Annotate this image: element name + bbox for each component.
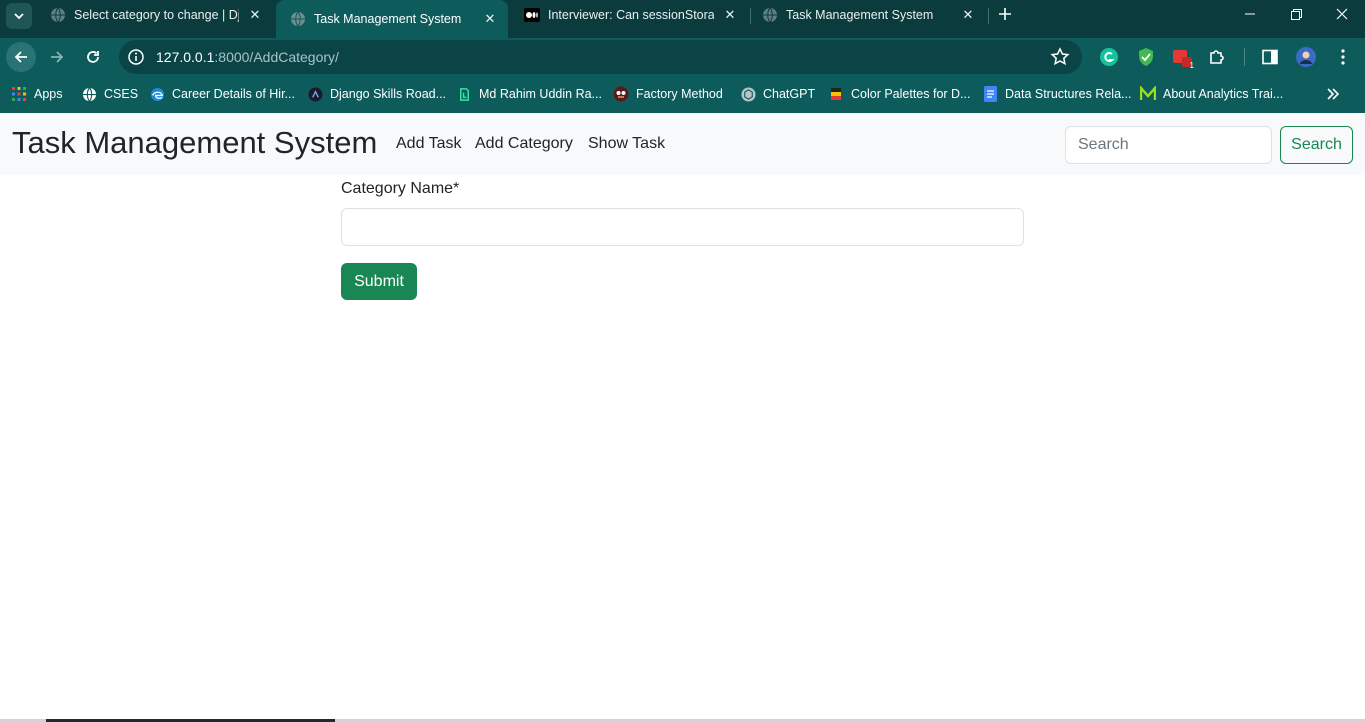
bookmark-chatgpt[interactable]: ChatGPT xyxy=(740,84,815,104)
globe-icon xyxy=(290,11,306,27)
site-navbar: Task Management System Add Task Add Cate… xyxy=(0,113,1365,175)
tab-title: Task Management System xyxy=(314,12,462,26)
nav-add-task[interactable]: Add Task xyxy=(396,135,462,153)
restore-icon xyxy=(1290,8,1302,20)
shield-icon xyxy=(1139,48,1153,66)
bookmark-apps[interactable]: Apps xyxy=(11,84,63,104)
roadmap-icon xyxy=(307,86,323,102)
bookmark-label: Color Palettes for D... xyxy=(851,87,971,101)
bookmark-md-rahim[interactable]: Md Rahim Uddin Ra... xyxy=(456,84,602,104)
extensions-button[interactable] xyxy=(1206,46,1228,68)
tab-interviewer[interactable]: Interviewer: Can sessionStorage share da… xyxy=(510,0,748,30)
new-tab-button[interactable] xyxy=(994,3,1016,25)
nav-show-task[interactable]: Show Task xyxy=(588,135,665,153)
reload-button[interactable] xyxy=(78,42,108,72)
menu-button[interactable] xyxy=(1332,46,1354,68)
bookmarks-bar: Apps CSES Career Details of Hir... Djang… xyxy=(0,76,1365,113)
close-icon[interactable]: ✕ xyxy=(958,5,978,25)
restore-button[interactable] xyxy=(1273,0,1319,28)
arrow-left-icon xyxy=(14,51,27,63)
extension-badge: 1 xyxy=(1189,61,1194,70)
address-bar[interactable]: 127.0.0.1:8000/AddCategory/ xyxy=(119,40,1082,74)
bookmark-label: ChatGPT xyxy=(763,87,816,101)
side-panel-icon xyxy=(1262,49,1278,65)
tab-strip: Select category to change | Django site … xyxy=(0,0,1365,38)
site-info-icon[interactable] xyxy=(127,48,145,66)
grammarly-extension[interactable] xyxy=(1098,46,1120,68)
browser-toolbar: 127.0.0.1:8000/AddCategory/ 1 xyxy=(0,38,1365,76)
bookmark-label: Md Rahim Uddin Ra... xyxy=(479,87,602,101)
bookmark-career-details[interactable]: Career Details of Hir... xyxy=(149,84,295,104)
tab-title: Select category to change | Django site … xyxy=(74,8,239,22)
close-window-button[interactable] xyxy=(1319,0,1365,28)
submit-button[interactable]: Submit xyxy=(341,263,417,300)
docs-icon xyxy=(982,86,998,102)
edge-icon xyxy=(149,86,165,102)
refactoring-guru-icon xyxy=(613,86,629,102)
minimize-button[interactable] xyxy=(1227,0,1273,28)
tab-title: Task Management System xyxy=(786,8,934,22)
globe-icon xyxy=(762,7,778,23)
close-icon[interactable]: ✕ xyxy=(720,5,740,25)
search-input[interactable] xyxy=(1065,126,1272,164)
close-icon[interactable]: ✕ xyxy=(245,5,265,25)
search-button[interactable]: Search xyxy=(1280,126,1353,164)
chevron-down-icon xyxy=(14,13,24,20)
url-text[interactable]: 127.0.0.1:8000/AddCategory/ xyxy=(156,49,339,65)
bookmark-data-structures[interactable]: Data Structures Rela... xyxy=(982,84,1131,104)
apps-grid-icon xyxy=(11,86,27,102)
chatgpt-icon xyxy=(740,86,756,102)
bookmark-label: About Analytics Trai... xyxy=(1163,87,1284,101)
category-name-input[interactable] xyxy=(341,208,1024,246)
bookmark-label: Factory Method xyxy=(636,87,723,101)
toolbar-divider xyxy=(1244,48,1245,66)
palette-icon xyxy=(828,86,844,102)
close-icon[interactable]: ✕ xyxy=(480,9,500,29)
site-brand[interactable]: Task Management System xyxy=(12,125,377,161)
bookmark-django-skills[interactable]: Django Skills Road... xyxy=(307,84,446,104)
bookmark-label: Career Details of Hir... xyxy=(172,87,295,101)
tab-task-management-active[interactable]: Task Management System ✕ xyxy=(276,0,508,38)
avatar-icon xyxy=(1296,47,1316,67)
side-panel-button[interactable] xyxy=(1259,46,1281,68)
globe-icon xyxy=(81,86,97,102)
puzzle-icon xyxy=(1210,50,1224,64)
tab-separator xyxy=(988,8,989,24)
more-vertical-icon xyxy=(1341,49,1345,65)
bookmark-label: Data Structures Rela... xyxy=(1005,87,1132,101)
category-name-label: Category Name* xyxy=(341,180,460,197)
nav-add-category[interactable]: Add Category xyxy=(475,135,573,153)
leetcode-icon xyxy=(456,86,472,102)
arrow-right-icon xyxy=(51,51,64,63)
tab-search-button[interactable] xyxy=(6,3,32,29)
m-logo-icon xyxy=(1140,86,1156,102)
extension-with-badge[interactable]: 1 xyxy=(1171,46,1194,70)
back-button[interactable] xyxy=(6,42,36,72)
bookmark-label: Django Skills Road... xyxy=(330,87,447,101)
url-path: :8000/AddCategory/ xyxy=(214,49,339,65)
reload-icon xyxy=(87,51,99,63)
plus-icon xyxy=(999,8,1011,20)
close-icon xyxy=(1336,8,1348,20)
bookmark-label: CSES xyxy=(104,87,139,101)
tab-task-management[interactable]: Task Management System ✕ xyxy=(748,0,986,30)
bookmark-label: Apps xyxy=(34,87,63,101)
url-host: 127.0.0.1 xyxy=(156,49,215,65)
minimize-icon xyxy=(1245,13,1255,15)
tab-title: Interviewer: Can sessionStorage share da… xyxy=(548,8,714,22)
bookmark-star-icon[interactable] xyxy=(1050,47,1070,67)
forward-button[interactable] xyxy=(42,42,72,72)
profile-button[interactable] xyxy=(1295,46,1317,68)
globe-icon xyxy=(50,7,66,23)
bookmark-analytics[interactable]: About Analytics Trai... xyxy=(1140,84,1283,104)
tab-django-admin[interactable]: Select category to change | Django site … xyxy=(36,0,273,30)
bookmark-color-palettes[interactable]: Color Palettes for D... xyxy=(828,84,971,104)
bookmark-factory-method[interactable]: Factory Method xyxy=(613,84,723,104)
shield-extension[interactable] xyxy=(1135,46,1157,68)
chevron-double-right-icon[interactable] xyxy=(1323,84,1343,104)
medium-icon xyxy=(524,7,540,23)
bookmark-cses[interactable]: CSES xyxy=(81,84,138,104)
grammarly-icon xyxy=(1100,48,1118,66)
